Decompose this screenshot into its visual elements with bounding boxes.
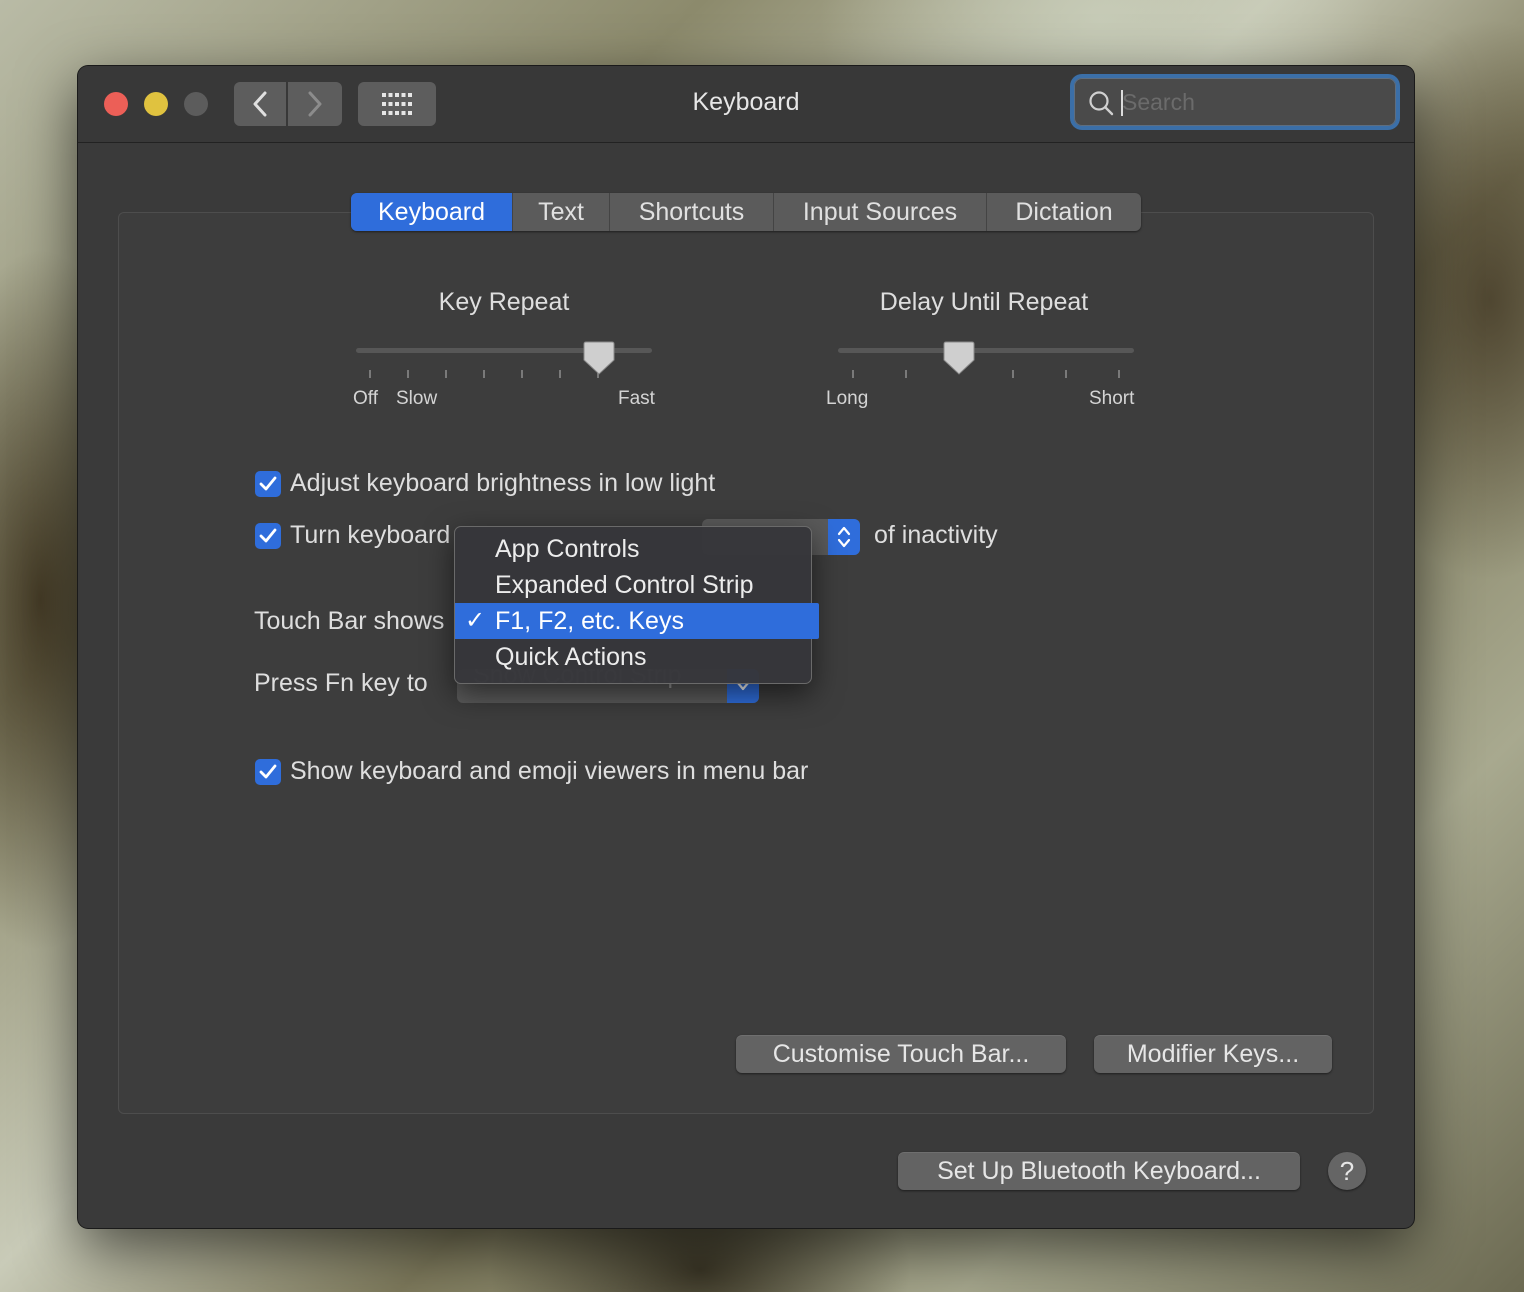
slider-tick <box>905 370 907 378</box>
key-repeat-title: Key Repeat <box>438 288 570 316</box>
inactivity-suffix-label: of inactivity <box>874 521 998 549</box>
menu-item-label: Quick Actions <box>495 643 647 671</box>
menu-item-label: App Controls <box>495 535 640 563</box>
delay-long-label: Long <box>826 388 869 409</box>
search-field[interactable] <box>1074 78 1396 126</box>
slider-tick <box>483 370 485 378</box>
tab-bar: Keyboard Text Shortcuts Input Sources Di… <box>351 193 1141 231</box>
help-button[interactable]: ? <box>1328 1152 1366 1190</box>
slider-tick <box>559 370 561 378</box>
tab-keyboard[interactable]: Keyboard <box>351 193 513 231</box>
modifier-keys-button[interactable]: Modifier Keys... <box>1094 1035 1332 1073</box>
key-repeat-slow-label: Slow <box>396 388 438 409</box>
turn-off-backlight-checkbox[interactable] <box>255 523 281 549</box>
menu-item-app-controls[interactable]: App Controls <box>455 531 811 567</box>
delay-track <box>838 348 1134 353</box>
slider-tick <box>1065 370 1067 378</box>
key-repeat-off-label: Off <box>353 388 378 409</box>
delay-short-label: Short <box>1089 388 1135 409</box>
touch-bar-shows-menu: App Controls Expanded Control Strip ✓ F1,… <box>454 526 819 684</box>
updown-arrows-icon <box>828 519 860 555</box>
adjust-brightness-label: Adjust keyboard brightness in low light <box>290 469 716 497</box>
key-repeat-fast-label: Fast <box>618 388 655 409</box>
slider-tick <box>445 370 447 378</box>
delay-thumb[interactable] <box>943 340 975 376</box>
tab-input-sources[interactable]: Input Sources <box>774 193 987 231</box>
turn-off-backlight-label: Turn keyboard <box>290 521 451 549</box>
adjust-brightness-checkbox[interactable] <box>255 471 281 497</box>
slider-tick <box>521 370 523 378</box>
checkmark-icon <box>259 528 277 543</box>
tab-text[interactable]: Text <box>513 193 610 231</box>
tab-dictation[interactable]: Dictation <box>987 193 1141 231</box>
title-bar: Keyboard <box>78 66 1414 143</box>
delay-until-repeat-title: Delay Until Repeat <box>879 288 1089 316</box>
checkmark-icon <box>259 476 277 491</box>
slider-tick <box>407 370 409 378</box>
slider-tick <box>1118 370 1120 378</box>
menu-item-label: Expanded Control Strip <box>495 571 754 599</box>
menu-item-quick-actions[interactable]: Quick Actions <box>455 639 811 675</box>
search-input[interactable] <box>1122 84 1382 120</box>
menu-item-label: F1, F2, etc. Keys <box>495 607 684 635</box>
checkmark-icon <box>259 764 277 779</box>
checkmark-icon: ✓ <box>465 607 486 634</box>
press-fn-label: Press Fn key to <box>254 669 428 697</box>
slider-tick <box>1012 370 1014 378</box>
menu-item-function-keys[interactable]: ✓ F1, F2, etc. Keys <box>455 603 819 639</box>
show-viewers-label: Show keyboard and emoji viewers in menu … <box>290 757 809 785</box>
slider-tick <box>369 370 371 378</box>
search-icon <box>1089 91 1114 116</box>
slider-tick <box>852 370 854 378</box>
show-viewers-checkbox[interactable] <box>255 759 281 785</box>
keyboard-preferences-window: Keyboard Keyboard Text Shortcuts Input S… <box>78 66 1414 1228</box>
key-repeat-thumb[interactable] <box>583 340 615 376</box>
touch-bar-shows-label: Touch Bar shows <box>254 607 445 635</box>
menu-item-expanded-control-strip[interactable]: Expanded Control Strip <box>455 567 811 603</box>
setup-bluetooth-keyboard-button[interactable]: Set Up Bluetooth Keyboard... <box>898 1152 1300 1190</box>
tab-shortcuts[interactable]: Shortcuts <box>610 193 774 231</box>
customise-touch-bar-button[interactable]: Customise Touch Bar... <box>736 1035 1066 1073</box>
